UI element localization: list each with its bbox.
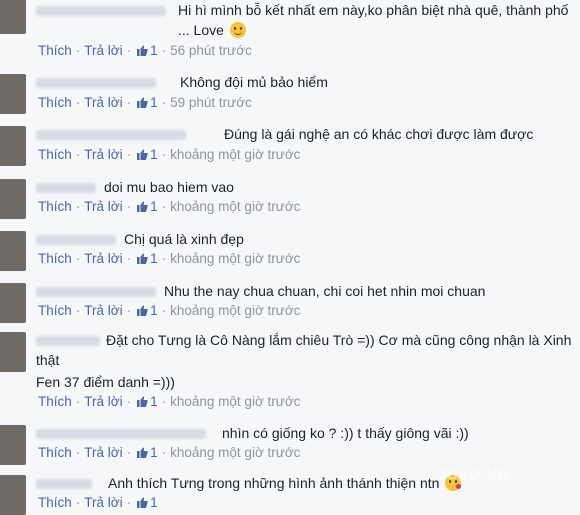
thumbs-up-icon: [137, 304, 148, 319]
comment-text: Không đội mủ bảo hiểm: [180, 74, 328, 90]
thumbs-up-icon: [137, 200, 148, 215]
reply-link[interactable]: Trả lời: [84, 95, 122, 110]
avatar[interactable]: [0, 231, 26, 271]
like-link[interactable]: Thích: [38, 251, 72, 266]
avatar[interactable]: [0, 425, 26, 465]
thumbs-up-icon: [137, 96, 148, 111]
like-count[interactable]: 1: [150, 394, 158, 409]
like-link[interactable]: Thích: [38, 147, 72, 162]
thumbs-up-icon: [137, 496, 148, 511]
like-link[interactable]: Thích: [38, 445, 72, 460]
avatar[interactable]: [0, 74, 26, 114]
comment-actions: Thích · Trả lời · 1 · khoảng một giờ trước: [38, 199, 301, 215]
thumbs-up-icon: [137, 44, 148, 59]
reply-link[interactable]: Trả lời: [84, 303, 122, 318]
like-link[interactable]: Thích: [38, 303, 72, 318]
comment-actions: Thích · Trả lời · 1 · 59 phút trước: [38, 95, 252, 111]
like-link[interactable]: Thích: [38, 43, 72, 58]
comment-text: Chị quá là xinh đẹp: [124, 231, 244, 247]
author-name[interactable]: [36, 183, 96, 193]
comment-actions: Thích · Trả lời · 1 · 56 phút trước: [38, 43, 252, 59]
like-count[interactable]: 1: [150, 303, 158, 318]
avatar[interactable]: [0, 332, 26, 372]
reply-link[interactable]: Trả lời: [84, 251, 122, 266]
like-link[interactable]: Thích: [38, 95, 72, 110]
avatar[interactable]: [0, 179, 26, 219]
comment-actions: Thích · Trả lời · 1 · khoảng một giờ trước: [38, 147, 301, 163]
comment-text: nhìn có giống ko ? :)) t thấy giông vãi …: [222, 425, 469, 441]
like-count[interactable]: 1: [150, 199, 158, 214]
avatar[interactable]: [0, 283, 26, 323]
author-name[interactable]: [36, 235, 116, 245]
comment-actions: Thích · Trả lời · 1 · khoảng một giờ trước: [38, 303, 301, 319]
avatar[interactable]: [0, 126, 26, 166]
like-link[interactable]: Thích: [38, 199, 72, 214]
comment-text: Đúng là gái nghệ an có khác chơi được là…: [224, 126, 534, 142]
comment-actions: Thích · Trả lời · 1 · khoảng một giờ trước: [38, 445, 301, 461]
thumbs-up-icon: [137, 395, 148, 410]
thumbs-up-icon: [137, 148, 148, 163]
smile-emoji-icon: [229, 22, 246, 38]
like-link[interactable]: Thích: [38, 394, 72, 409]
comment-text: Đặt cho Tưng là Cô Nàng lắm chiêu Trò =)…: [36, 332, 572, 368]
comment-actions: Thích · Trả lời · 1 · khoảng một giờ trước: [38, 394, 301, 410]
author-name[interactable]: [36, 6, 166, 16]
author-name[interactable]: [36, 78, 156, 88]
comment-text: Nhu the nay chua chuan, chi coi het nhin…: [164, 283, 486, 299]
comment-feed: Hi hì mình bỗ kết nhất em này,ko phân bi…: [0, 0, 580, 515]
timestamp[interactable]: khoảng một giờ trước: [170, 303, 300, 318]
comment-actions: Thích · Trả lời · 1: [38, 495, 158, 511]
like-count[interactable]: 1: [150, 251, 158, 266]
like-count[interactable]: 1: [150, 43, 158, 58]
author-name[interactable]: [36, 287, 156, 297]
author-name[interactable]: [36, 130, 186, 140]
thumbs-up-icon: [137, 252, 148, 267]
reply-link[interactable]: Trả lời: [84, 445, 122, 460]
comment-text: Hi hì mình bỗ kết nhất em này,ko phân bi…: [178, 2, 569, 38]
avatar[interactable]: [0, 475, 26, 515]
author-name[interactable]: [36, 429, 206, 439]
reply-link[interactable]: Trả lời: [84, 147, 122, 162]
author-name[interactable]: [36, 479, 92, 489]
timestamp[interactable]: khoảng một giờ trước: [170, 251, 300, 266]
like-count[interactable]: 1: [150, 95, 158, 110]
timestamp[interactable]: khoảng một giờ trước: [170, 445, 300, 460]
timestamp[interactable]: khoảng một giờ trước: [170, 199, 300, 214]
timestamp[interactable]: 59 phút trước: [170, 95, 252, 110]
timestamp[interactable]: 56 phút trước: [170, 43, 252, 58]
avatar[interactable]: [0, 0, 26, 34]
timestamp[interactable]: khoảng một giờ trước: [170, 147, 300, 162]
timestamp[interactable]: khoảng một giờ trước: [170, 394, 300, 409]
reply-link[interactable]: Trả lời: [84, 199, 122, 214]
comment-actions: Thích · Trả lời · 1 · khoảng một giờ trước: [38, 251, 301, 267]
thumbs-up-icon: [137, 446, 148, 461]
like-count[interactable]: 1: [150, 445, 158, 460]
reply-link[interactable]: Trả lời: [84, 394, 122, 409]
comment-text-line: Fen 37 điểm danh =))): [36, 374, 175, 390]
like-count[interactable]: 1: [150, 147, 158, 162]
watermark: 2SAO.VN: [438, 466, 511, 483]
reply-link[interactable]: Trả lời: [84, 43, 122, 58]
comment-text: doi mu bao hiem vao: [104, 179, 234, 195]
